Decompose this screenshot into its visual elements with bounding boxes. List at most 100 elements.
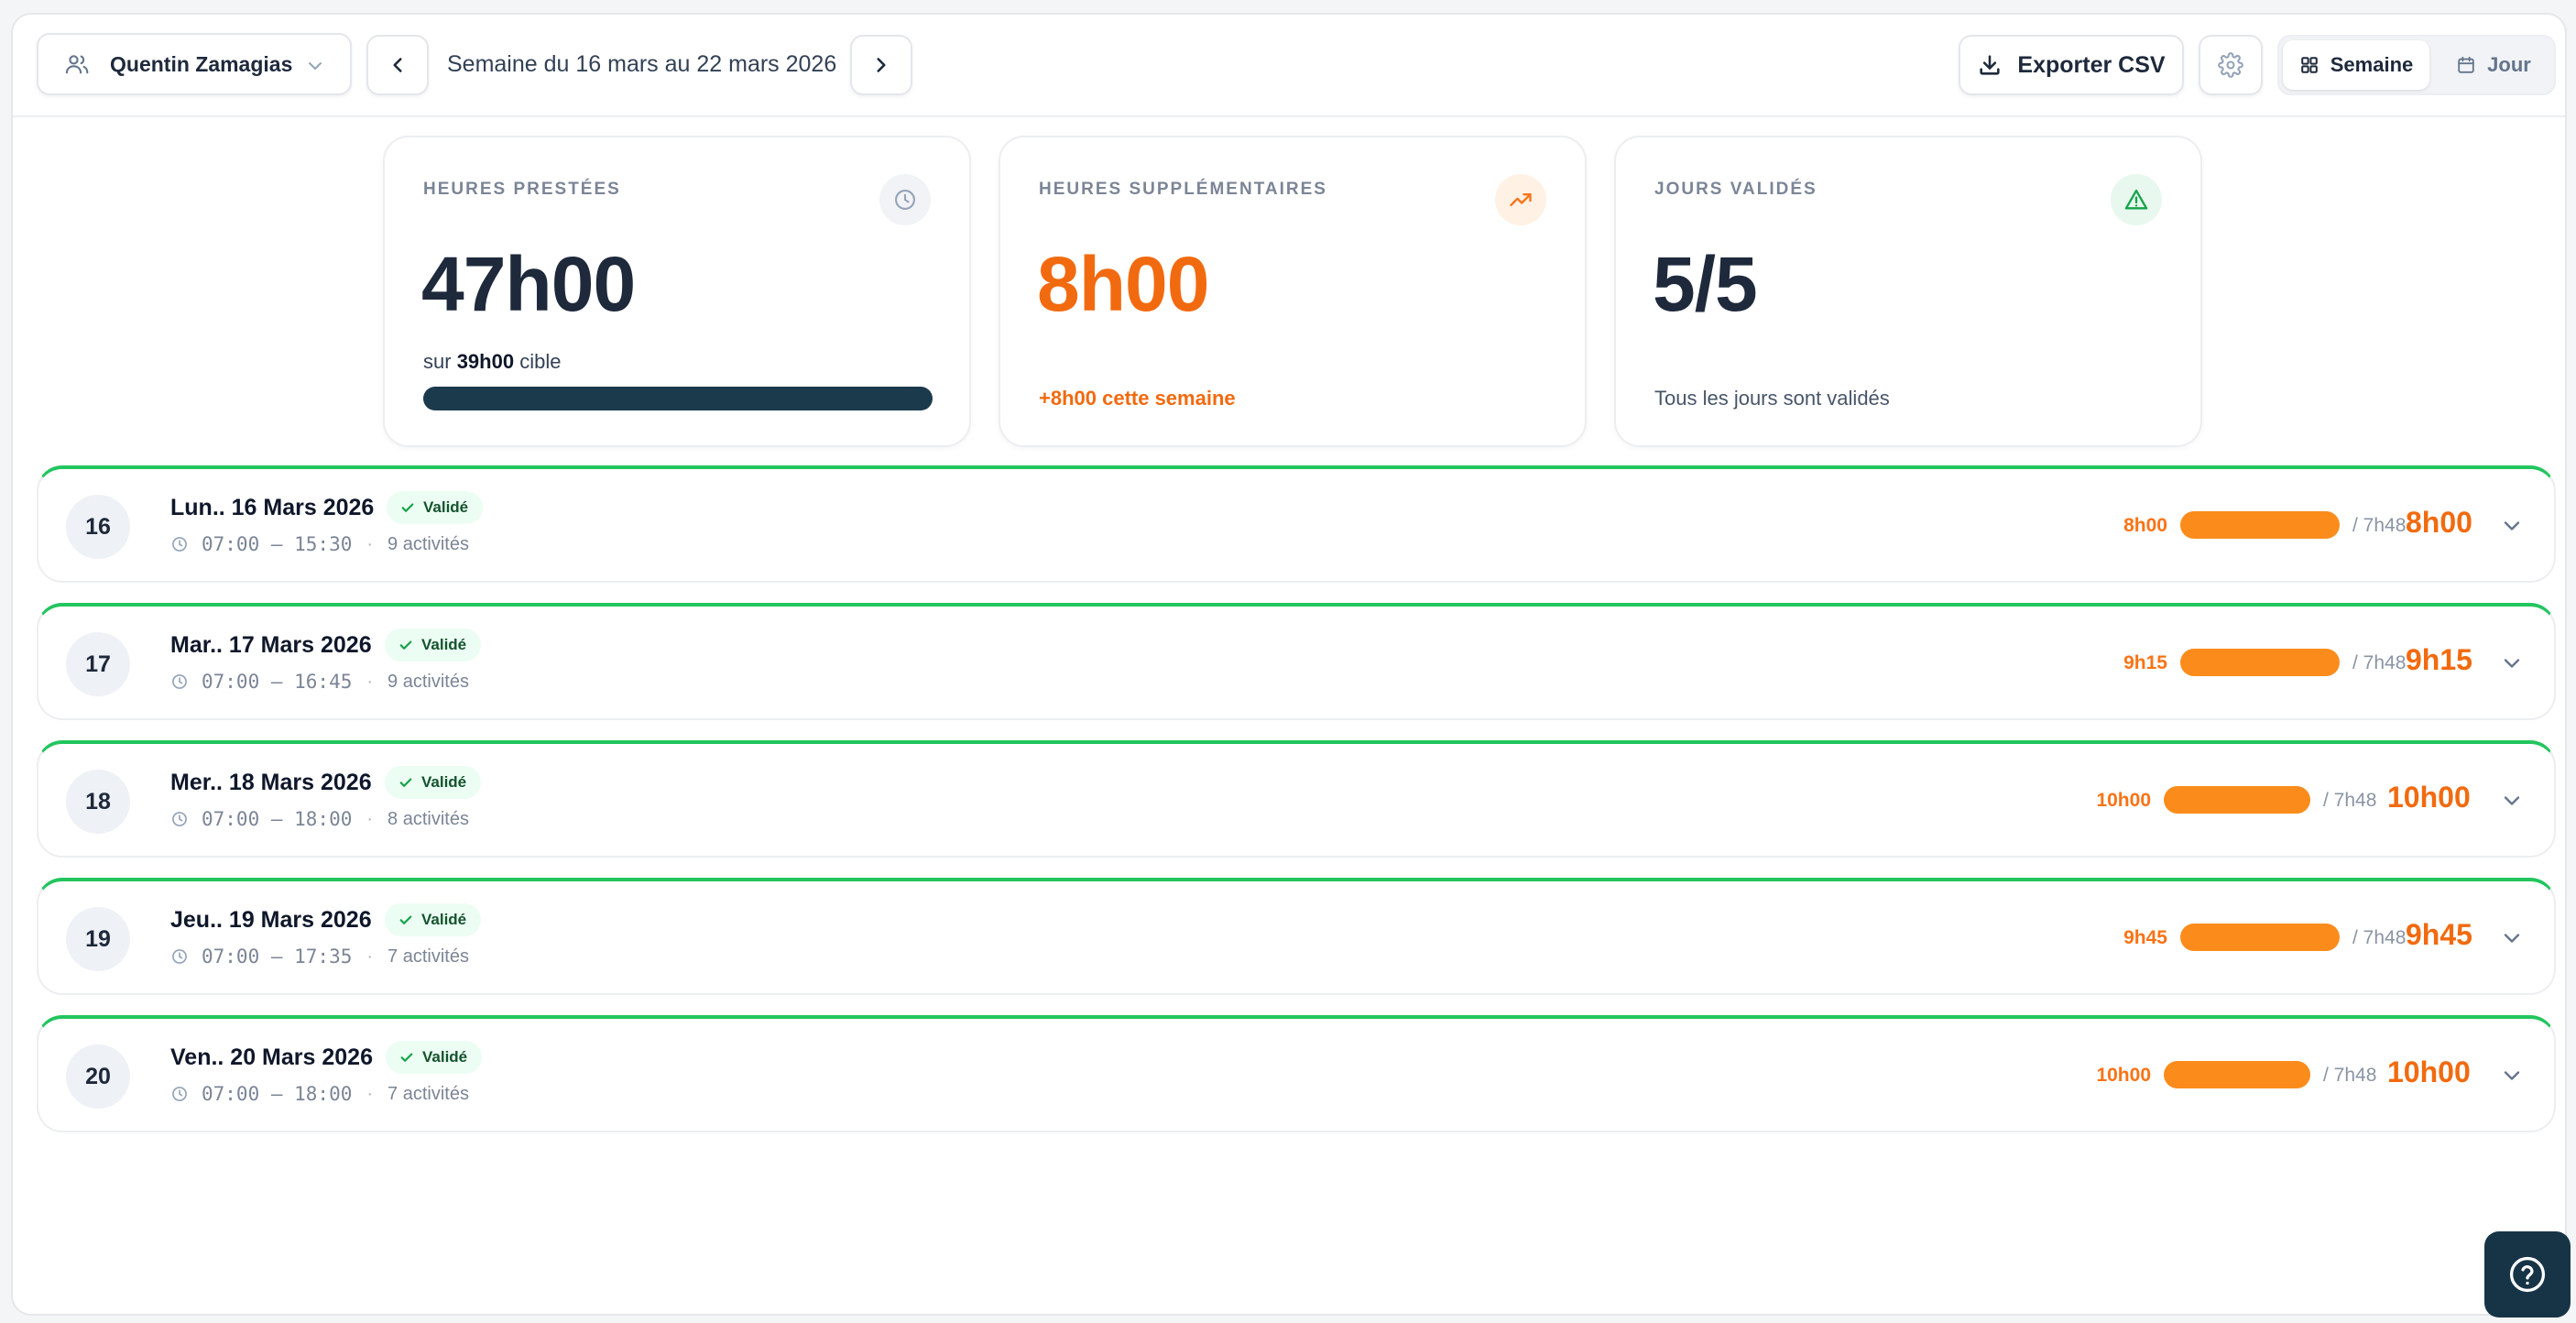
chevron-down-icon[interactable] [2499, 925, 2525, 951]
chevron-down-icon[interactable] [2499, 651, 2525, 676]
stat-card-hours-worked: HEURES PRESTÉES 47h00 sur 39h00 cible [383, 136, 971, 447]
check-icon [401, 503, 414, 512]
week-range-label: Semaine du 16 mars au 22 mars 2026 [447, 51, 837, 77]
stat-value: 5/5 [1653, 241, 1758, 327]
validated-badge: Validé [386, 1041, 483, 1074]
day-meta: 07:00 — 16:45 · 9 activités [170, 671, 469, 693]
day-title: Mer.. 18 Mars 2026 [170, 770, 372, 795]
day-row-20[interactable]: 20 Ven.. 20 Mars 2026 Validé 07:00 — 18:… [37, 1015, 2556, 1132]
help-circle-icon [2509, 1256, 2546, 1293]
stat-card-validated-days: JOURS VALIDÉS 5/5 Tous les jours sont va… [1614, 136, 2202, 447]
day-number: 18 [66, 770, 130, 834]
hours-progress-bar [423, 387, 933, 410]
check-icon [399, 915, 412, 924]
settings-button[interactable] [2199, 35, 2263, 95]
separator-dot: · [366, 1083, 374, 1104]
stat-title: JOURS VALIDÉS [1654, 180, 1817, 199]
day-number: 19 [66, 907, 130, 971]
view-day-label: Jour [2487, 53, 2531, 76]
day-hours-bar [2164, 1061, 2310, 1088]
day-hours-total: 10h00 [2387, 781, 2471, 814]
day-time-range: 07:00 — 15:30 [202, 533, 353, 555]
day-hours-bar [2180, 511, 2340, 539]
stat-note: Tous les jours sont validés [1654, 387, 1890, 410]
day-target: / 7h48 [2352, 927, 2407, 948]
day-target: / 7h48 [2352, 652, 2407, 673]
day-hours-small: 10h00 [2096, 1065, 2151, 1086]
check-icon [399, 640, 412, 650]
day-hours-total: 8h00 [2406, 506, 2472, 539]
clock-icon [172, 1087, 187, 1101]
day-row-16[interactable]: 16 Lun.. 16 Mars 2026 Validé 07:00 — 15:… [37, 465, 2556, 583]
day-meta: 07:00 — 18:00 · 7 activités [170, 1083, 469, 1105]
day-activities: 7 activités [387, 1083, 469, 1104]
day-time-range: 07:00 — 17:35 [202, 946, 353, 968]
day-row-17[interactable]: 17 Mar.. 17 Mars 2026 Validé 07:00 — 16:… [37, 603, 2556, 720]
grid-icon [2300, 57, 2318, 73]
view-week-tab[interactable]: Semaine [2283, 40, 2429, 90]
day-hours-bar [2180, 924, 2340, 951]
toolbar: Quentin Zamagias Semaine du 16 mars au 2… [13, 15, 2565, 117]
export-csv-label: Exporter CSV [2017, 51, 2166, 78]
stat-subtitle: sur 39h00 cible [423, 350, 561, 374]
day-hours-small: 10h00 [2096, 790, 2151, 811]
next-week-button[interactable] [850, 35, 912, 95]
export-csv-button[interactable]: Exporter CSV [1959, 35, 2184, 95]
day-time-range: 07:00 — 18:00 [202, 808, 353, 830]
day-activities: 9 activités [387, 671, 469, 692]
chevron-right-icon [877, 58, 886, 72]
clock-icon [172, 812, 187, 826]
day-row-19[interactable]: 19 Jeu.. 19 Mars 2026 Validé 07:00 — 17:… [37, 878, 2556, 995]
check-icon [400, 1053, 413, 1062]
chevron-down-icon[interactable] [2499, 1063, 2525, 1088]
validated-badge: Validé [387, 491, 484, 524]
check-icon [399, 778, 412, 787]
view-toggle: Semaine Jour [2277, 35, 2556, 95]
stat-card-overtime: HEURES SUPPLÉMENTAIRES 8h00 +8h00 cette … [999, 136, 1587, 447]
day-title: Mar.. 17 Mars 2026 [170, 632, 372, 658]
day-hours-small: 9h15 [2123, 652, 2167, 673]
previous-week-button[interactable] [366, 35, 429, 95]
separator-dot: · [366, 671, 374, 692]
clock-icon [172, 537, 187, 552]
day-meta: 07:00 — 17:35 · 7 activités [170, 946, 469, 968]
user-select[interactable]: Quentin Zamagias [37, 33, 352, 95]
chevron-down-icon[interactable] [2499, 513, 2525, 539]
clock-icon [879, 174, 931, 225]
chevron-down-icon[interactable] [2499, 788, 2525, 814]
stat-sub-suffix: cible [519, 350, 562, 373]
validated-badge-label: Validé [421, 911, 467, 928]
validated-badge: Validé [385, 903, 482, 936]
stat-title: HEURES PRESTÉES [423, 180, 621, 199]
validated-badge-label: Validé [421, 636, 467, 653]
calendar-icon [2458, 56, 2474, 73]
app-frame: Quentin Zamagias Semaine du 16 mars au 2… [11, 13, 2567, 1316]
day-hours-small: 8h00 [2123, 515, 2167, 536]
validated-badge: Validé [385, 766, 482, 799]
validated-badge-label: Validé [423, 498, 469, 516]
stat-value: 8h00 [1037, 241, 1209, 327]
day-row-18[interactable]: 18 Mer.. 18 Mars 2026 Validé 07:00 — 18:… [37, 740, 2556, 858]
chevron-left-icon [393, 58, 402, 72]
users-icon [65, 55, 89, 74]
day-title: Lun.. 16 Mars 2026 [170, 495, 375, 520]
day-number: 20 [66, 1044, 130, 1109]
day-title: Jeu.. 19 Mars 2026 [170, 907, 372, 933]
day-time-range: 07:00 — 18:00 [202, 1083, 353, 1105]
day-activities: 8 activités [387, 808, 469, 829]
separator-dot: · [366, 808, 374, 829]
day-number: 16 [66, 495, 130, 559]
user-select-label: Quentin Zamagias [110, 51, 293, 76]
day-number: 17 [66, 632, 130, 696]
help-button[interactable] [2484, 1231, 2571, 1318]
alert-triangle-icon [2111, 174, 2162, 225]
validated-badge-label: Validé [422, 1048, 468, 1066]
day-hours-total: 9h15 [2406, 643, 2472, 676]
stat-title: HEURES SUPPLÉMENTAIRES [1039, 180, 1327, 199]
day-hours-total: 10h00 [2387, 1055, 2471, 1088]
day-hours-bar [2180, 649, 2340, 676]
day-title: Ven.. 20 Mars 2026 [170, 1044, 373, 1070]
gear-icon [2218, 52, 2243, 78]
view-day-tab[interactable]: Jour [2435, 40, 2552, 90]
day-meta: 07:00 — 18:00 · 8 activités [170, 808, 469, 830]
